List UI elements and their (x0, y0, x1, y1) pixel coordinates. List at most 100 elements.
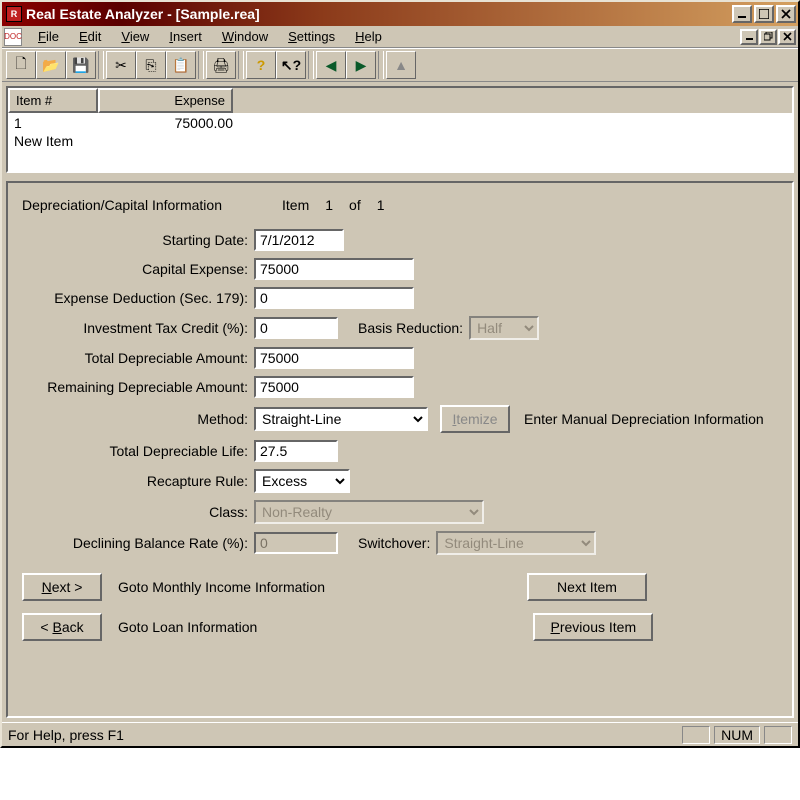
method-select[interactable]: Straight-Line (254, 407, 428, 431)
arrow-question-icon: ↖? (281, 57, 301, 74)
basis-reduction-select: Half (469, 316, 539, 340)
triangle-left-icon: ◀ (326, 57, 337, 74)
menu-settings-label: ettings (297, 29, 335, 44)
print-button[interactable]: 🖨 (206, 51, 236, 79)
class-select: Non-Realty (254, 500, 484, 524)
itemize-button: Itemize (440, 405, 510, 433)
nav-up-button[interactable]: ▲ (386, 51, 416, 79)
cell-item: 1 (12, 114, 100, 132)
toolbar: 🗋 📂 💾 ✂ ⎘ 📋 🖨 ? ↖? ◀ ▶ ▲ (2, 48, 798, 82)
status-well (682, 726, 710, 744)
toolbar-separator (98, 51, 104, 79)
next-button[interactable]: Next > (22, 573, 102, 601)
copy-button[interactable]: ⎘ (136, 51, 166, 79)
copy-icon: ⎘ (145, 57, 156, 74)
depreciation-form: Depreciation/Capital Information Item 1 … (6, 181, 794, 718)
paste-clipboard-icon: 📋 (172, 57, 189, 74)
label-capital-expense: Capital Expense: (22, 261, 254, 277)
close-button[interactable] (776, 5, 796, 23)
save-button[interactable]: 💾 (66, 51, 96, 79)
starting-date-input[interactable] (254, 229, 344, 251)
toolbar-separator (198, 51, 204, 79)
menu-file[interactable]: File (28, 27, 69, 46)
nav-forward-button[interactable]: ▶ (346, 51, 376, 79)
label-method: Method: (22, 411, 254, 427)
new-file-icon: 🗋 (15, 53, 26, 77)
col-expense-header[interactable]: Expense (98, 88, 233, 113)
section-title: Depreciation/Capital Information (22, 197, 222, 213)
rda-input[interactable] (254, 376, 414, 398)
menu-settings[interactable]: Settings (278, 27, 345, 46)
toolbar-separator (308, 51, 314, 79)
window-title: Real Estate Analyzer - [Sample.rea] (26, 6, 730, 22)
mdi-controls (739, 29, 796, 45)
label-tda: Total Depreciable Amount: (22, 350, 254, 366)
open-button[interactable]: 📂 (36, 51, 66, 79)
context-help-button[interactable]: ↖? (276, 51, 306, 79)
app-window: R Real Estate Analyzer - [Sample.rea] DO… (0, 0, 800, 748)
status-num: NUM (714, 726, 760, 744)
label-class: Class: (22, 504, 254, 520)
status-bar: For Help, press F1 NUM (2, 722, 798, 746)
recapture-select[interactable]: Excess (254, 469, 350, 493)
toolbar-separator (238, 51, 244, 79)
expense-deduction-input[interactable] (254, 287, 414, 309)
new-button[interactable]: 🗋 (6, 51, 36, 79)
label-rda: Remaining Depreciable Amount: (22, 379, 254, 395)
status-well (764, 726, 792, 744)
maximize-button[interactable] (754, 5, 774, 23)
cut-button[interactable]: ✂ (106, 51, 136, 79)
toolbar-separator (378, 51, 384, 79)
table-header: Item # Expense (8, 88, 792, 113)
tdl-input[interactable] (254, 440, 338, 462)
menu-help[interactable]: Help (345, 27, 392, 46)
status-help-text: For Help, press F1 (8, 727, 678, 743)
col-item-header[interactable]: Item # (8, 88, 98, 113)
back-button[interactable]: < Back (22, 613, 102, 641)
menu-view-label: iew (130, 29, 150, 44)
document-icon: DOC (4, 28, 22, 46)
mdi-minimize-button[interactable] (740, 29, 758, 45)
menu-view[interactable]: View (111, 27, 159, 46)
label-recapture: Recapture Rule: (22, 473, 254, 489)
cell-item: New Item (12, 132, 75, 150)
back-hint: Goto Loan Information (118, 619, 257, 635)
printer-icon: 🖨 (212, 57, 230, 74)
table-row[interactable]: 1 75000.00 (12, 114, 788, 132)
window-controls (730, 5, 796, 23)
switchover-select: Straight-Line (436, 531, 596, 555)
label-tdl: Total Depreciable Life: (22, 443, 254, 459)
triangle-right-icon: ▶ (356, 57, 367, 74)
mdi-close-button[interactable] (778, 29, 796, 45)
menu-file-label: ile (46, 29, 59, 44)
menu-insert[interactable]: Insert (159, 27, 212, 46)
mdi-restore-button[interactable] (759, 29, 777, 45)
menu-window-label: indow (234, 29, 268, 44)
itc-input[interactable] (254, 317, 338, 339)
label-basis-reduction: Basis Reduction: (358, 320, 469, 336)
paste-button[interactable]: 📋 (166, 51, 196, 79)
dbr-input (254, 532, 338, 554)
cell-expense: 75000.00 (100, 114, 235, 132)
menu-window[interactable]: Window (212, 27, 278, 46)
menu-edit-label: dit (88, 29, 102, 44)
cut-scissors-icon: ✂ (115, 57, 127, 74)
menu-edit[interactable]: Edit (69, 27, 111, 46)
open-folder-icon: 📂 (42, 57, 59, 74)
app-icon: R (6, 6, 22, 22)
capital-expense-input[interactable] (254, 258, 414, 280)
minimize-button[interactable] (732, 5, 752, 23)
title-bar: R Real Estate Analyzer - [Sample.rea] (2, 2, 798, 26)
label-starting-date: Starting Date: (22, 232, 254, 248)
menu-insert-label: nsert (173, 29, 202, 44)
nav-back-button[interactable]: ◀ (316, 51, 346, 79)
previous-item-button[interactable]: Previous Item (533, 613, 653, 641)
about-button[interactable]: ? (246, 51, 276, 79)
table-body[interactable]: 1 75000.00 New Item (8, 113, 792, 171)
tda-input[interactable] (254, 347, 414, 369)
table-row[interactable]: New Item (12, 132, 788, 150)
label-dbr: Declining Balance Rate (%): (22, 535, 254, 551)
menu-bar: DOC File Edit View Insert Window Setting… (2, 26, 798, 48)
label-expense-deduction: Expense Deduction (Sec. 179): (22, 290, 254, 306)
next-item-button[interactable]: Next Item (527, 573, 647, 601)
